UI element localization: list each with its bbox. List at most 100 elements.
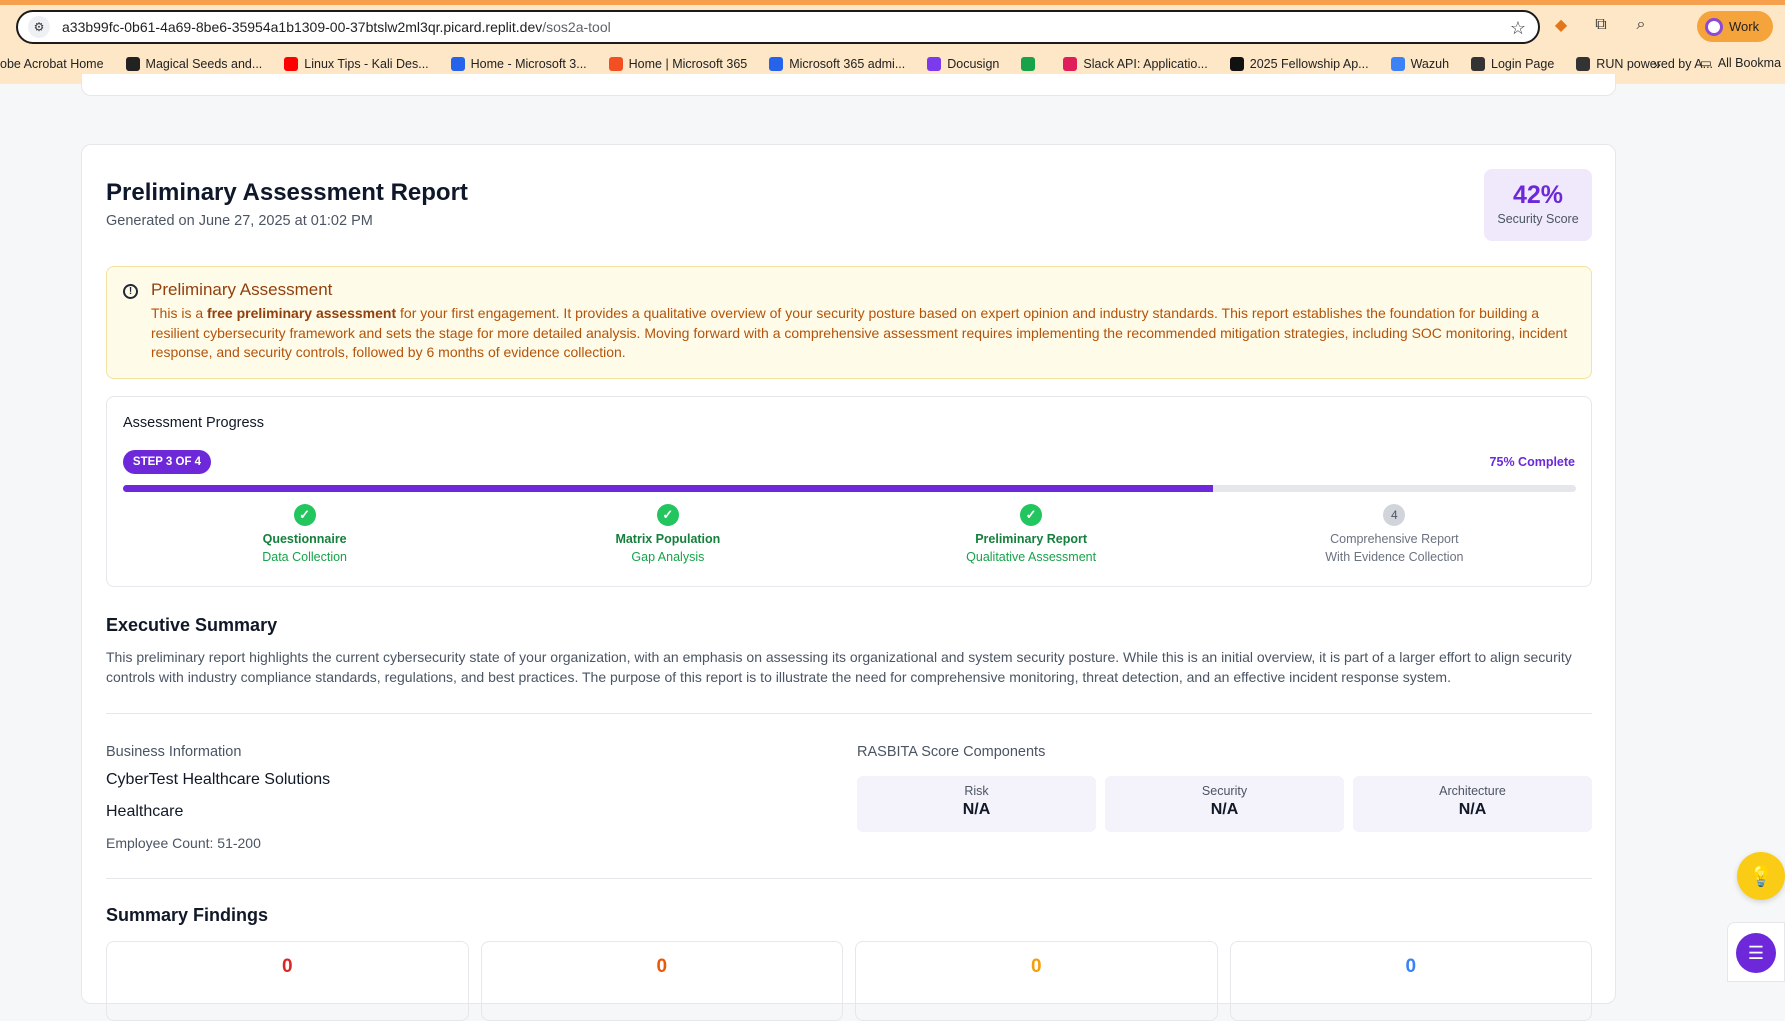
finding-count-card: 0 (480, 941, 843, 1021)
section-divider (106, 878, 1592, 879)
bookmark-label: Microsoft 365 admi... (789, 57, 906, 71)
progress-step: 4 Comprehensive Report With Evidence Colle… (1213, 504, 1576, 564)
finding-count: 0 (1405, 956, 1417, 977)
bookmark-item[interactable]: Linux Tips - Kali Des... (284, 57, 429, 71)
page-content: Preliminary Assessment Report Generated … (0, 74, 1785, 1021)
globe-icon (1471, 57, 1486, 71)
bookmark-item[interactable]: RUN powered by A... (1576, 57, 1713, 71)
step-description: Gap Analysis (631, 550, 705, 564)
bookmark-item[interactable]: Home - Microsoft 3... (450, 57, 587, 71)
info-circle-icon: ! (123, 284, 138, 299)
bookmark-label: Wazuh (1410, 57, 1450, 71)
microsoft-icon (608, 57, 623, 71)
bookmark-label: Home - Microsoft 3... (470, 57, 587, 71)
rasbita-component: Security N/A (1105, 776, 1344, 832)
bookmark-label: Magical Seeds and... (145, 57, 263, 71)
summary-findings-title: Summary Findings (106, 905, 269, 925)
bookmark-label: 2025 Fellowship Ap... (1249, 57, 1369, 71)
bookmark-item[interactable]: Home | Microsoft 365 (608, 57, 748, 71)
profile-avatar-icon (1705, 17, 1723, 36)
profile-button[interactable]: Work (1697, 11, 1773, 42)
bookmark-item[interactable]: Wazuh (1390, 57, 1450, 71)
tab-search-icon[interactable]: ⌕ (1628, 12, 1654, 38)
azure-icon (450, 57, 465, 71)
bookmark-item[interactable]: Docusign (927, 57, 999, 71)
bookmark-item[interactable]: Login Page (1471, 57, 1554, 71)
browser-toolbar: ⚙ a33b99fc-0b61-4a69-8be6-35954a1b1309-0… (0, 0, 1785, 44)
finding-count-card: 0 (1229, 941, 1592, 1021)
progress-bar (123, 485, 1576, 492)
step-name: Matrix Population (615, 532, 721, 546)
business-name: CyberTest Healthcare Solutions (106, 771, 331, 788)
bookmarks-overflow-button[interactable]: » (1653, 56, 1661, 72)
notice-text: This is a free preliminary assessment fo… (151, 304, 1576, 363)
bookmark-label: obe Acrobat Home (0, 57, 104, 71)
extension-icons: ◆ ⧉ ⌕ (1548, 12, 1654, 38)
profile-label: Work (1729, 19, 1760, 34)
previous-card-bottom (81, 74, 1616, 96)
bookmark-star-icon[interactable]: ☆ (1510, 18, 1526, 39)
step-badge: STEP 3 OF 4 (123, 450, 211, 474)
docusign-icon (927, 57, 942, 71)
bookmark-item[interactable]: Microsoft 365 admi... (769, 57, 905, 71)
metamask-fox-icon[interactable]: ◆ (1548, 12, 1574, 38)
wazuh-icon (1390, 57, 1405, 71)
progress-step: ✓ Questionnaire Data Collection (123, 504, 486, 564)
meet-icon (1021, 57, 1036, 71)
notice-text-prefix: This is a (151, 305, 208, 321)
rasbita-component: Architecture N/A (1353, 776, 1592, 832)
tips-lightbulb-button[interactable]: 💡 (1737, 852, 1785, 900)
rasbita-title: RASBITA Score Components (857, 744, 1046, 760)
component-label: Risk (964, 784, 989, 798)
step-number: 4 (1383, 504, 1406, 526)
step-description: Qualitative Assessment (966, 550, 1097, 564)
notice-text-bold: free preliminary assessment (207, 305, 397, 321)
finding-count-card: 0 (855, 941, 1218, 1021)
progress-bar-fill (123, 485, 1213, 492)
youtube-icon (284, 57, 299, 71)
finding-count: 0 (1030, 956, 1042, 977)
bookmark-item[interactable]: obe Acrobat Home (0, 57, 104, 71)
bookmark-item[interactable]: Magical Seeds and... (125, 57, 263, 71)
executive-summary-text: This preliminary report highlights the c… (106, 649, 1572, 685)
seeds-icon (125, 57, 140, 71)
finding-count: 0 (281, 956, 293, 977)
address-bar[interactable]: ⚙ a33b99fc-0b61-4a69-8be6-35954a1b1309-0… (16, 10, 1540, 44)
progress-step: ✓ Matrix Population Gap Analysis (486, 504, 849, 564)
rasbita-component: Risk N/A (857, 776, 1096, 832)
check-icon: ✓ (1020, 504, 1043, 526)
admin-icon (769, 57, 784, 71)
assessment-progress: Assessment Progress STEP 3 OF 4 75% Comp… (106, 396, 1592, 587)
report-generated-date: Generated on June 27, 2025 at 01:02 PM (106, 213, 373, 229)
component-value: N/A (1458, 801, 1487, 818)
url-host: a33b99fc-0b61-4a69-8be6-35954a1b1309-00-… (62, 19, 543, 35)
all-bookmarks-button[interactable]: ▭ All Bookma (1700, 55, 1782, 71)
bookmark-label: Login Page (1491, 57, 1555, 71)
step-name: Preliminary Report (975, 532, 1088, 546)
url-text[interactable]: a33b99fc-0b61-4a69-8be6-35954a1b1309-00-… (62, 19, 611, 35)
bookmark-label: Slack API: Applicatio... (1083, 57, 1208, 71)
finding-count-card: 0 (106, 941, 469, 1021)
globe-icon (1576, 57, 1591, 71)
menu-fab-container: ☰ (1727, 922, 1785, 982)
percent-complete: 75% Complete (1489, 455, 1575, 469)
notice-title: Preliminary Assessment (151, 280, 333, 299)
report-card: Preliminary Assessment Report Generated … (81, 144, 1616, 1021)
section-divider (106, 713, 1592, 714)
bookmark-item[interactable] (1021, 57, 1041, 71)
bookmark-item[interactable]: 2025 Fellowship Ap... (1229, 57, 1369, 71)
extensions-puzzle-icon[interactable]: ⧉ (1588, 12, 1614, 38)
all-bookmarks-label: All Bookma (1717, 55, 1782, 70)
component-label: Security (1201, 784, 1248, 798)
site-settings-icon[interactable]: ⚙ (28, 16, 50, 38)
menu-button[interactable]: ☰ (1736, 933, 1776, 973)
bookmark-label: Linux Tips - Kali Des... (304, 57, 429, 71)
step-description: With Evidence Collection (1325, 550, 1464, 564)
bookmark-item[interactable]: Slack API: Applicatio... (1063, 57, 1208, 71)
security-score-value: 42% (1512, 181, 1564, 209)
business-industry: Healthcare (106, 803, 184, 820)
progress-step: ✓ Preliminary Report Qualitative Assessmen… (850, 504, 1213, 564)
bookmark-label: Home | Microsoft 365 (628, 57, 748, 71)
finding-count: 0 (656, 956, 668, 977)
executive-summary-title: Executive Summary (106, 615, 278, 635)
